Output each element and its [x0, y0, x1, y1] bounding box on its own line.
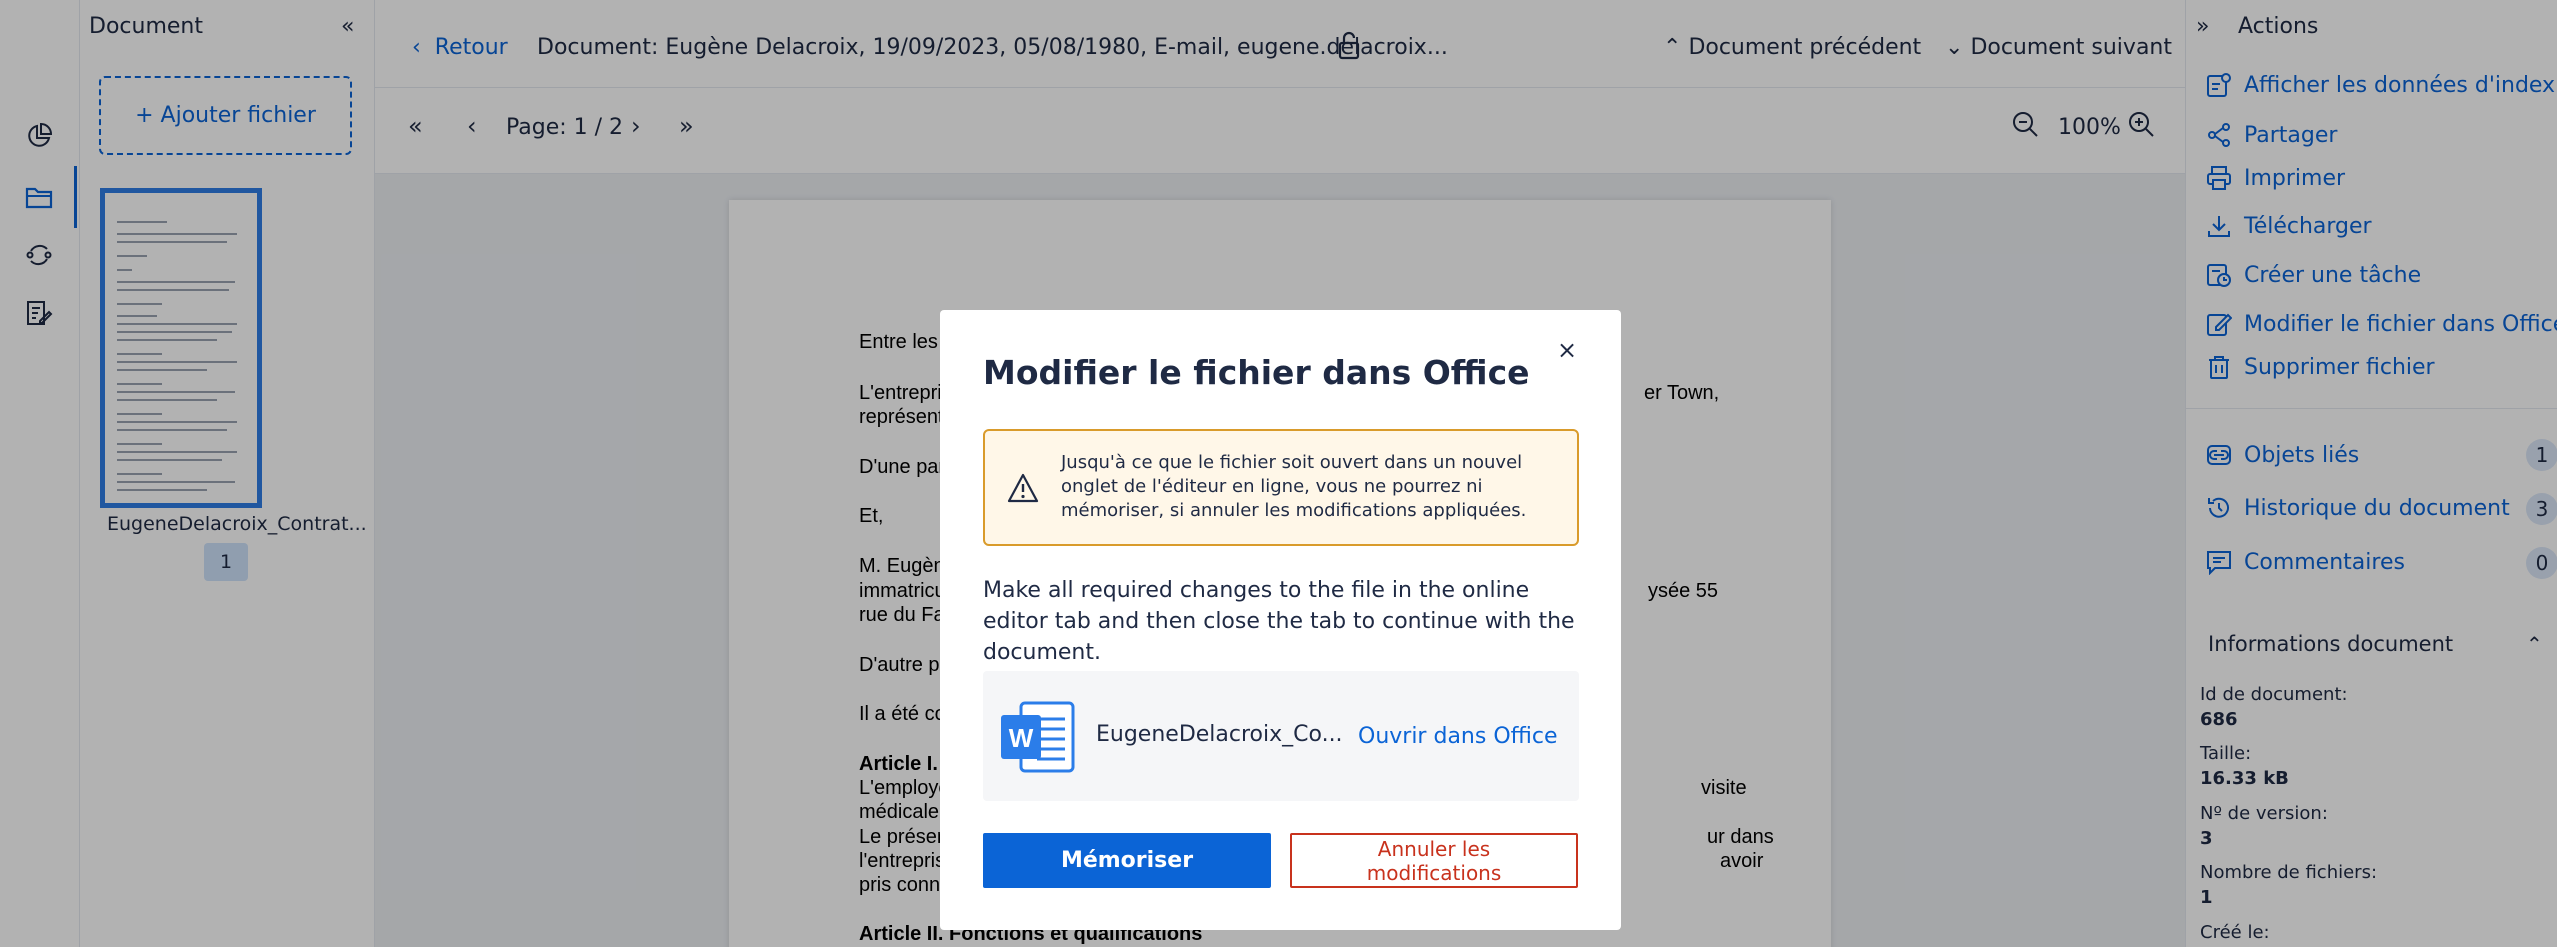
save-button[interactable]: Mémoriser: [983, 833, 1271, 888]
file-name: EugeneDelacroix_Co...: [1096, 722, 1343, 747]
warning-text: Jusqu'à ce que le fichier soit ouvert da…: [1061, 452, 1527, 521]
warning-icon: [1007, 473, 1039, 507]
cancel-changes-button[interactable]: Annuler les modifications: [1290, 833, 1578, 888]
open-in-office-link[interactable]: Ouvrir dans Office: [1358, 724, 1558, 749]
word-file-icon: W: [997, 697, 1077, 781]
dialog-body: Make all required changes to the file in…: [983, 578, 1575, 665]
close-icon[interactable]: ×: [1557, 336, 1577, 364]
file-card: W EugeneDelacroix_Co... Ouvrir dans Offi…: [983, 671, 1579, 801]
warning-box: Jusqu'à ce que le fichier soit ouvert da…: [983, 429, 1579, 546]
dialog-title: Modifier le fichier dans Office: [983, 353, 1530, 392]
svg-text:W: W: [1009, 723, 1034, 753]
edit-in-office-dialog: Modifier le fichier dans Office × Jusqu'…: [940, 310, 1621, 930]
